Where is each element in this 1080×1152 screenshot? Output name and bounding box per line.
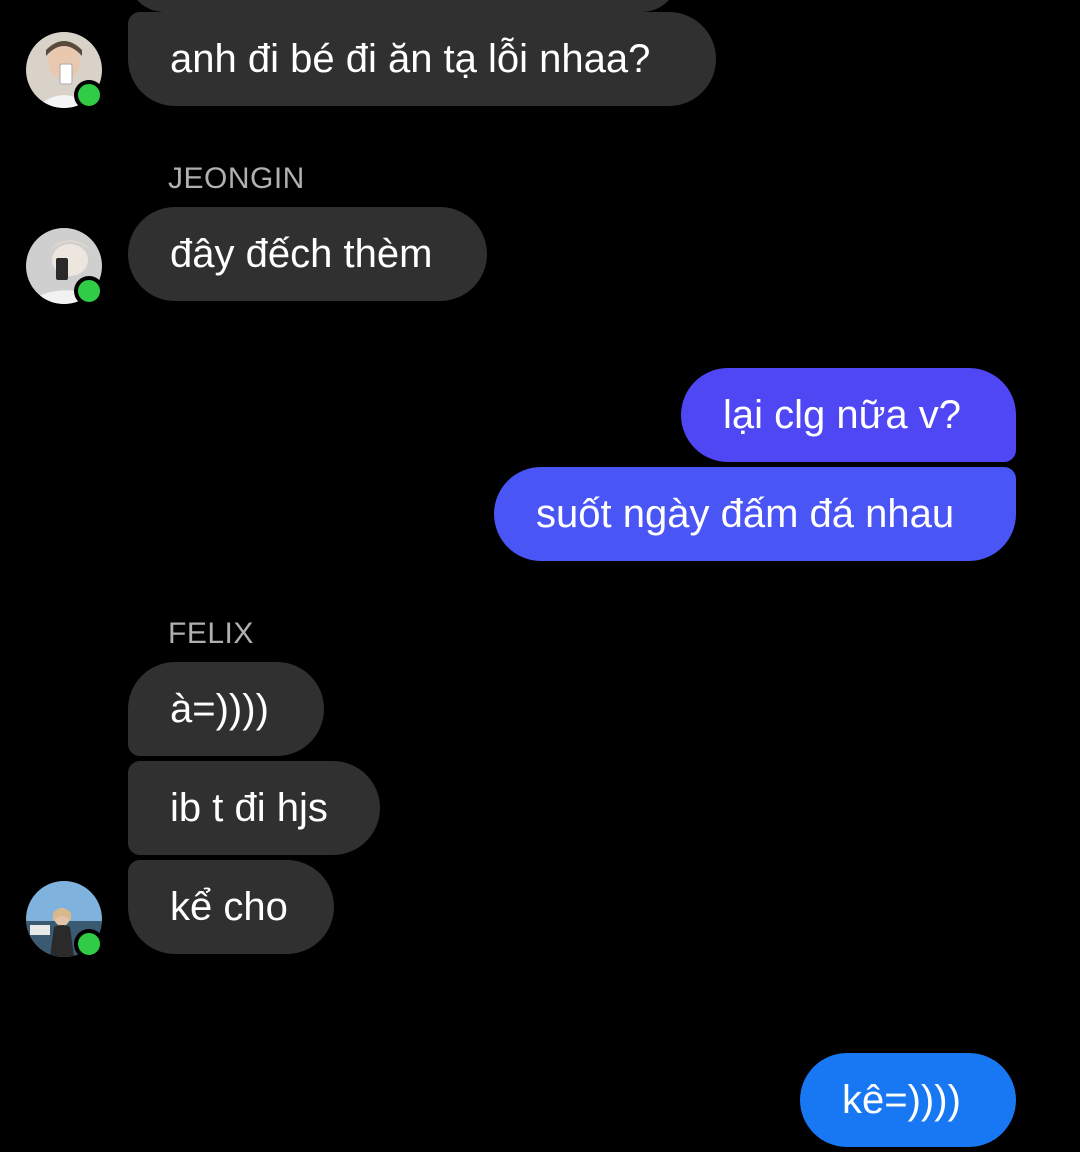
avatar[interactable]	[26, 228, 104, 306]
sender-name: FELIX	[168, 617, 254, 650]
message-bubble-outgoing[interactable]: kê=))))	[800, 1053, 1016, 1147]
online-status-indicator	[74, 80, 104, 110]
message-bubble-incoming[interactable]: ib t đi hjs	[128, 761, 380, 855]
message-text: ib t đi hjs	[170, 785, 328, 830]
message-bubble-incoming[interactable]: à=))))	[128, 662, 324, 756]
message-text: suốt ngày đấm đá nhau	[536, 491, 955, 536]
message-text: kể cho	[170, 884, 288, 929]
message-bubble-incoming[interactable]: kể cho	[128, 860, 334, 954]
message-text: anh đi bé đi ăn tạ lỗi nhaa?	[170, 36, 651, 81]
message-bubble-outgoing[interactable]: suốt ngày đấm đá nhau	[494, 467, 1016, 561]
message-text: à=))))	[170, 686, 269, 731]
message-bubble-incoming[interactable]: đây đếch thèm	[128, 207, 487, 301]
message-bubble-partial[interactable]	[128, 0, 678, 12]
message-text: đây đếch thèm	[170, 231, 433, 276]
avatar[interactable]	[26, 881, 104, 959]
avatar[interactable]	[26, 32, 104, 110]
message-bubble-incoming[interactable]: anh đi bé đi ăn tạ lỗi nhaa?	[128, 12, 716, 106]
message-bubble-outgoing[interactable]: lại clg nữa v?	[681, 368, 1016, 462]
online-status-indicator	[74, 276, 104, 306]
online-status-indicator	[74, 929, 104, 959]
sender-name: JEONGIN	[168, 162, 305, 195]
message-text: kê=))))	[842, 1077, 961, 1122]
message-text: lại clg nữa v?	[723, 392, 962, 437]
